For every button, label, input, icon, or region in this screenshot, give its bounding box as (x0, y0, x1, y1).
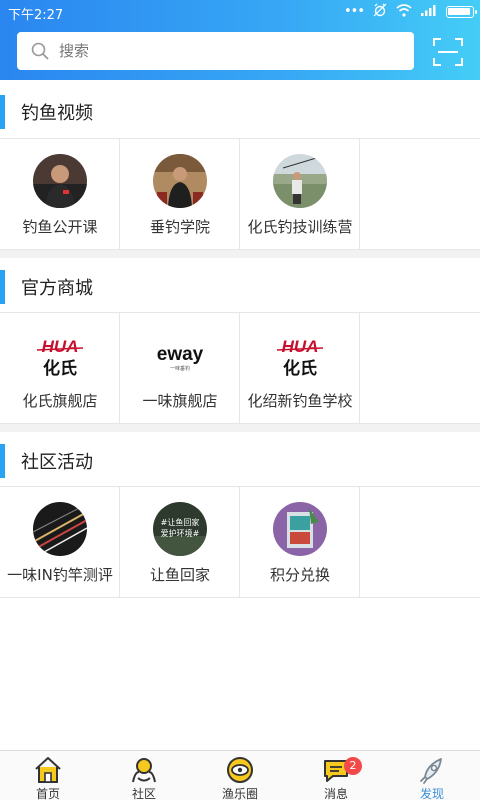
section-grid-community-events: 一味IN钓竿测评 #让鱼回家 爱护环境# 让鱼回家 积分兑换 (0, 486, 480, 598)
release-fish-image-text: #让鱼回家 (161, 517, 200, 527)
grid-item-label: 化氏旗舰店 (22, 392, 98, 410)
notification-dots: ••• (343, 4, 365, 19)
fishing-academy-avatar (153, 154, 207, 208)
section-title: 钓鱼视频 (21, 103, 93, 124)
training-camp-avatar (273, 154, 327, 208)
grid-item-open-course[interactable]: 钓鱼公开课 (0, 139, 120, 249)
eway-logo: eway 一味垂钓 (153, 328, 207, 382)
search-bar[interactable] (17, 32, 414, 70)
grid-item-rod-review[interactable]: 一味IN钓竿测评 (0, 487, 120, 597)
eway-logo-subtext: 一味垂钓 (170, 365, 190, 372)
grid-item-fishing-academy[interactable]: 垂钓学院 (120, 139, 240, 249)
grid-item-label: 钓鱼公开课 (22, 218, 98, 236)
section-title: 官方商城 (21, 278, 93, 299)
nav-label: 社区 (131, 787, 156, 800)
nav-messages[interactable]: 2 消息 (288, 751, 384, 800)
grid-item-hua-fishing-school[interactable]: HUA 化氏 化绍新钓鱼学校 (240, 313, 360, 423)
battery-icon (446, 6, 477, 18)
hua-logo-subtext: 化氏 (43, 358, 77, 379)
home-icon (35, 757, 61, 783)
alarm-icon (373, 3, 387, 21)
rocket-icon (420, 758, 442, 784)
hua-logo-text: HUA (42, 337, 79, 356)
section-accent-bar (0, 95, 5, 129)
section-accent-bar (0, 270, 5, 304)
open-course-avatar (33, 154, 87, 208)
section-header-official-mall: 官方商城 (0, 258, 480, 314)
release-fish-image-text: 爱护环境# (161, 528, 200, 538)
search-input[interactable] (59, 42, 379, 60)
section-divider (0, 250, 480, 258)
hua-logo-text: HUA (282, 337, 319, 356)
grid-item-hua-training-camp[interactable]: 化氏钓技训练营 (240, 139, 360, 249)
grid-item-label: 一味旗舰店 (142, 392, 218, 410)
message-badge: 2 (344, 757, 362, 775)
nav-community[interactable]: 社区 (96, 751, 192, 800)
status-bar: 下午2:27 ••• (0, 0, 480, 24)
grid-item-eway-flagship-store[interactable]: eway 一味垂钓 一味旗舰店 (120, 313, 240, 423)
section-title: 社区活动 (21, 452, 93, 473)
hua-logo: HUA 化氏 (33, 328, 87, 382)
section-header-community-events: 社区活动 (0, 432, 480, 488)
eway-logo-text: eway (157, 344, 204, 365)
section-grid-fishing-video: 钓鱼公开课 垂钓学院 化氏钓技训练营 (0, 138, 480, 250)
signal-icon (421, 4, 437, 20)
nav-label: 消息 (323, 787, 348, 800)
hua-logo: HUA 化氏 (273, 328, 327, 382)
grid-item-points-exchange[interactable]: 积分兑换 (240, 487, 360, 597)
status-time: 下午2:27 (8, 8, 64, 23)
nav-label: 渔乐圈 (221, 787, 258, 800)
section-header-fishing-video: 钓鱼视频 (0, 83, 480, 139)
community-icon (132, 758, 156, 783)
status-icons: ••• (343, 3, 477, 21)
grid-item-label: 积分兑换 (269, 566, 330, 584)
grid-item-label: 化氏钓技训练营 (247, 218, 353, 236)
nav-discover[interactable]: 发现 (384, 751, 480, 800)
wifi-icon (396, 3, 412, 21)
grid-item-hua-flagship-store[interactable]: HUA 化氏 化氏旗舰店 (0, 313, 120, 423)
grid-item-label: 让鱼回家 (149, 566, 210, 584)
points-exchange-avatar (273, 502, 327, 556)
section-accent-bar (0, 444, 5, 478)
hua-logo-subtext: 化氏 (283, 358, 317, 379)
grid-item-label: 垂钓学院 (149, 218, 210, 236)
search-icon (31, 42, 49, 60)
release-fish-avatar: #让鱼回家 爱护环境# (153, 502, 207, 556)
nav-home[interactable]: 首页 (0, 751, 96, 800)
section-divider (0, 424, 480, 432)
rod-review-avatar (33, 502, 87, 556)
nav-label: 发现 (419, 787, 444, 800)
nav-label: 首页 (35, 787, 60, 800)
grid-item-release-fish[interactable]: #让鱼回家 爱护环境# 让鱼回家 (120, 487, 240, 597)
grid-item-label: 一味IN钓竿测评 (7, 566, 113, 584)
grid-item-label: 化绍新钓鱼学校 (247, 392, 353, 410)
nav-fishing-circle[interactable]: 渔乐圈 (192, 751, 288, 800)
top-header: 下午2:27 ••• (0, 0, 480, 80)
scan-icon[interactable] (433, 38, 463, 66)
bottom-navigation: 首页 社区 渔乐圈 2 消息 发现 (0, 750, 480, 800)
fish-circle-icon (227, 757, 253, 783)
section-grid-official-mall: HUA 化氏 化氏旗舰店 eway 一味垂钓 一味旗舰店 HUA 化氏 化绍新钓… (0, 312, 480, 424)
